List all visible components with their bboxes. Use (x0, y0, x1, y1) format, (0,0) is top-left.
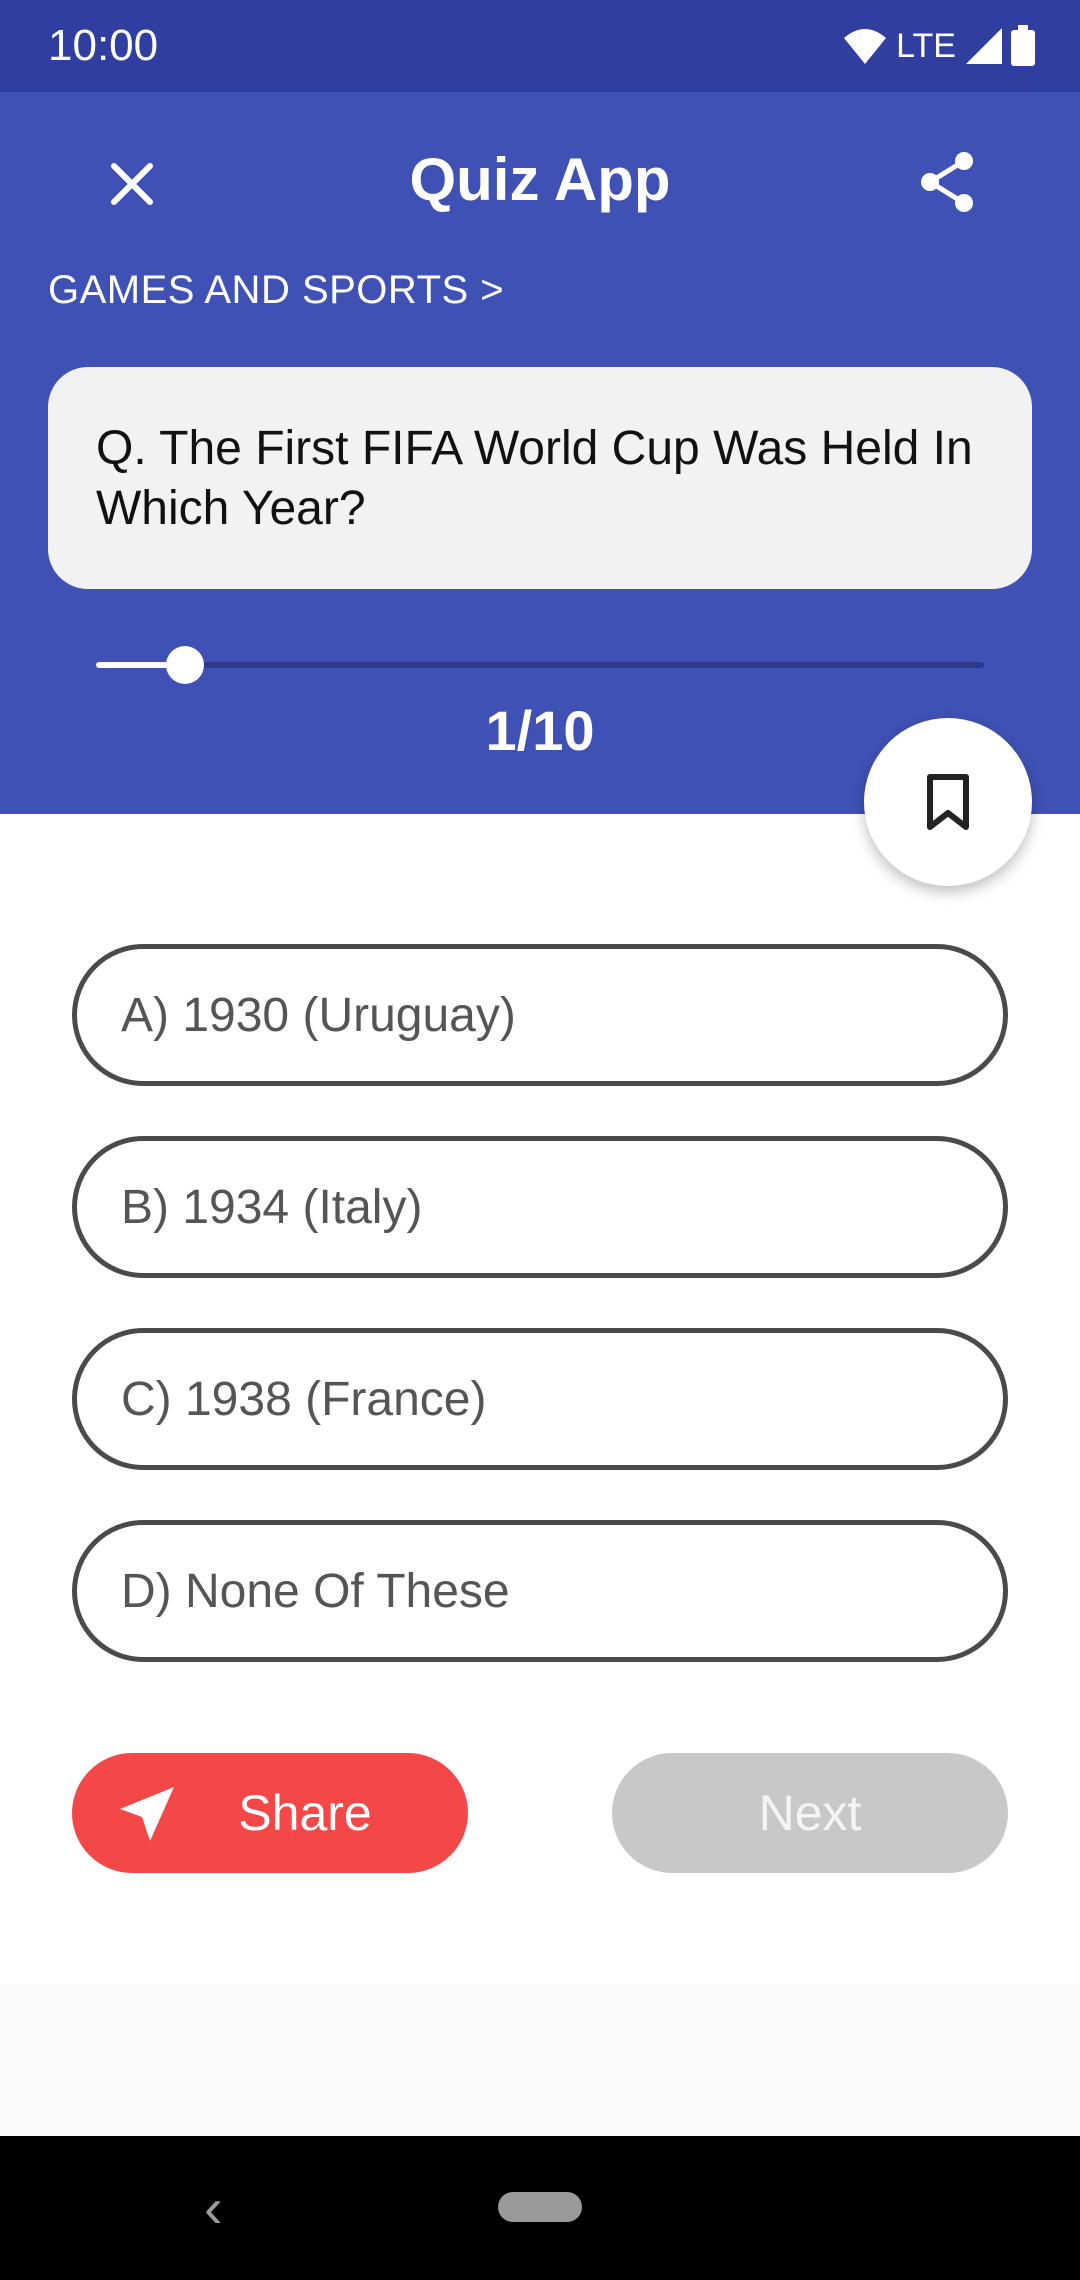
wifi-icon (844, 29, 887, 64)
signal-icon (966, 28, 1002, 64)
battery-icon (1011, 25, 1035, 66)
next-button[interactable]: Next (612, 1753, 1008, 1873)
question-card: Q. The First FIFA World Cup Was Held In … (48, 367, 1032, 589)
status-bar: 10:00 LTE (0, 0, 1080, 92)
option-c[interactable]: C) 1938 (France) (72, 1328, 1008, 1470)
navigation-bar: ‹ (0, 2136, 1080, 2280)
category-link[interactable]: GAMES AND SPORTS > (48, 264, 504, 316)
question-text: Q. The First FIFA World Cup Was Held In … (96, 422, 973, 535)
option-a[interactable]: A) 1930 (Uruguay) (72, 944, 1008, 1086)
network-type-label: LTE (896, 26, 956, 65)
option-d[interactable]: D) None Of These (72, 1520, 1008, 1662)
bookmark-button[interactable] (864, 718, 1032, 886)
share-button[interactable]: Share (72, 1753, 468, 1873)
bookmark-icon (927, 774, 969, 830)
progress-thumb (165, 646, 204, 684)
option-b[interactable]: B) 1934 (Italy) (72, 1136, 1008, 1278)
status-time: 10:00 (48, 21, 159, 70)
share-top-button[interactable] (910, 144, 986, 220)
share-button-label: Share (238, 1785, 372, 1841)
share-icon (921, 152, 973, 212)
home-pill[interactable] (498, 2192, 582, 2222)
progress-bar (96, 646, 984, 684)
status-icons: LTE (842, 22, 1036, 70)
back-icon[interactable]: ‹ (204, 2180, 223, 2236)
quiz-header: Quiz App GAMES AND SPORTS > Q. The First… (0, 92, 1080, 814)
